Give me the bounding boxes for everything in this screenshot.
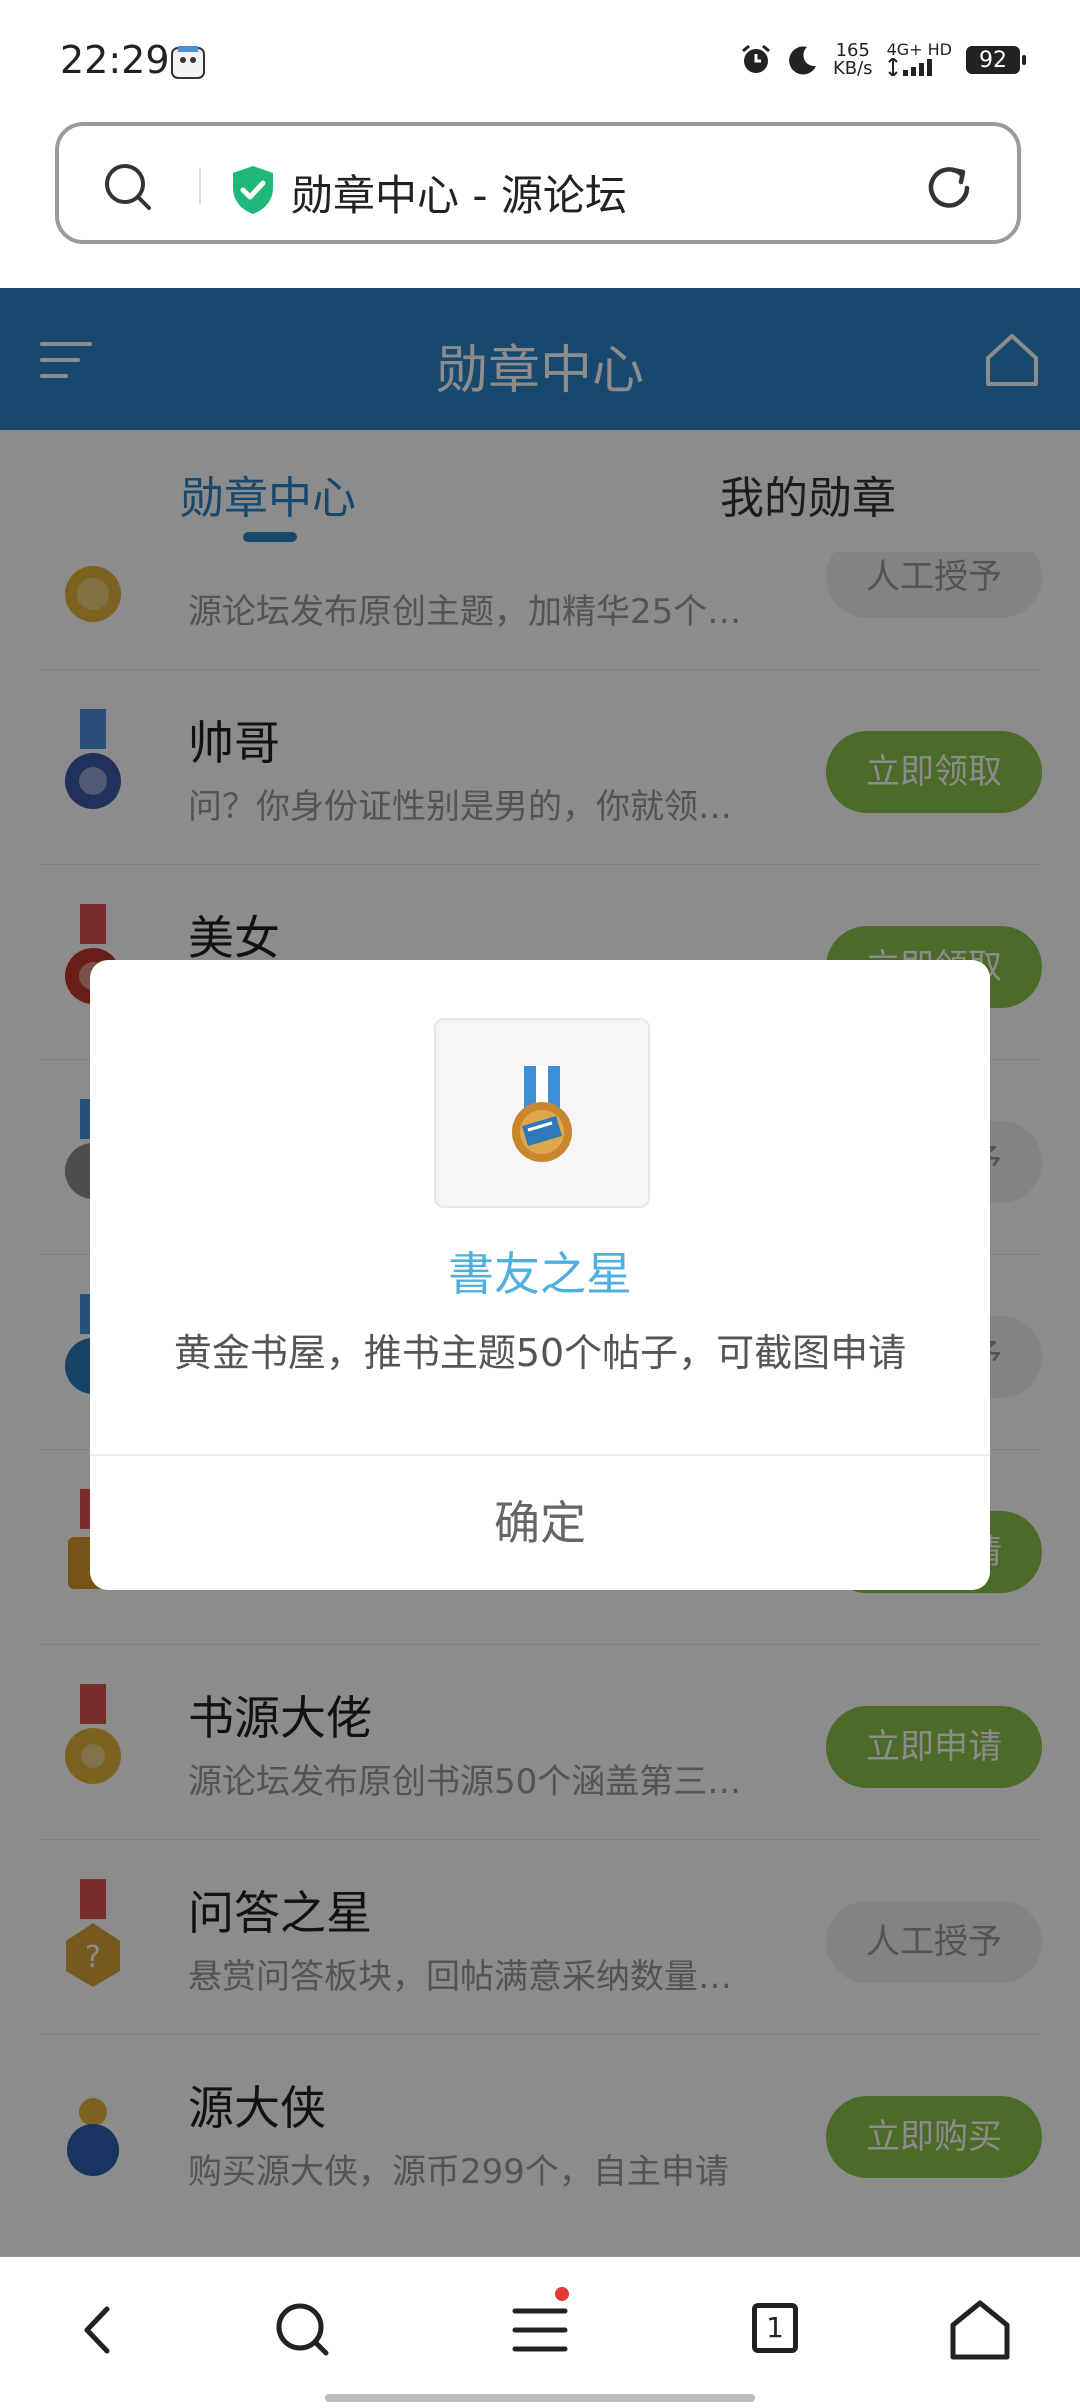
tab-count: 1: [752, 2303, 798, 2353]
dialog-description: 黄金书屋，推书主题50个帖子，可截图申请: [173, 1331, 907, 1375]
reload-icon[interactable]: [923, 162, 975, 214]
secure-shield-icon: [233, 166, 273, 214]
medal-detail-dialog: 書友之星 黄金书屋，推书主题50个帖子，可截图申请 确定: [90, 960, 990, 1590]
qq-notification-icon: [171, 46, 205, 79]
browser-bottom-nav: 1: [0, 2257, 1080, 2408]
search-icon[interactable]: [103, 162, 153, 212]
page-url-title[interactable]: 勋章中心 - 源论坛: [291, 162, 627, 223]
signal-bars-icon: [887, 56, 932, 77]
tabs-button[interactable]: 1: [742, 2295, 812, 2365]
network-indicator: 4G+ HD: [886, 39, 952, 79]
alarm-icon: [742, 44, 770, 73]
notification-dot: [555, 2287, 569, 2301]
status-bar: 22:29 165 KB/s 4G+ HD 92: [0, 0, 1080, 120]
book-star-medal-icon: [512, 1066, 572, 1162]
home-icon[interactable]: [945, 2295, 1015, 2365]
battery-indicator: 92: [966, 46, 1026, 74]
status-icons: 165 KB/s 4G+ HD 92: [739, 39, 1026, 80]
network-speed: 165 KB/s: [833, 42, 873, 78]
speed-unit: KB/s: [832, 58, 873, 79]
status-time: 22:29: [60, 38, 170, 82]
moon-icon: [789, 46, 816, 75]
dialog-title: 書友之星: [448, 1247, 632, 1301]
dialog-medal-image: [434, 1018, 650, 1208]
network-type: 4G+ HD: [886, 39, 952, 59]
address-divider: [199, 168, 201, 204]
search-icon[interactable]: [268, 2295, 338, 2365]
menu-button[interactable]: [505, 2287, 575, 2365]
hamburger-menu-icon: [512, 2308, 568, 2352]
confirm-button[interactable]: 确定: [90, 1456, 990, 1590]
battery-level: 92: [979, 47, 1007, 73]
address-bar[interactable]: 勋章中心 - 源论坛: [55, 122, 1021, 244]
gesture-home-bar[interactable]: [325, 2394, 755, 2402]
back-icon[interactable]: [65, 2295, 135, 2365]
